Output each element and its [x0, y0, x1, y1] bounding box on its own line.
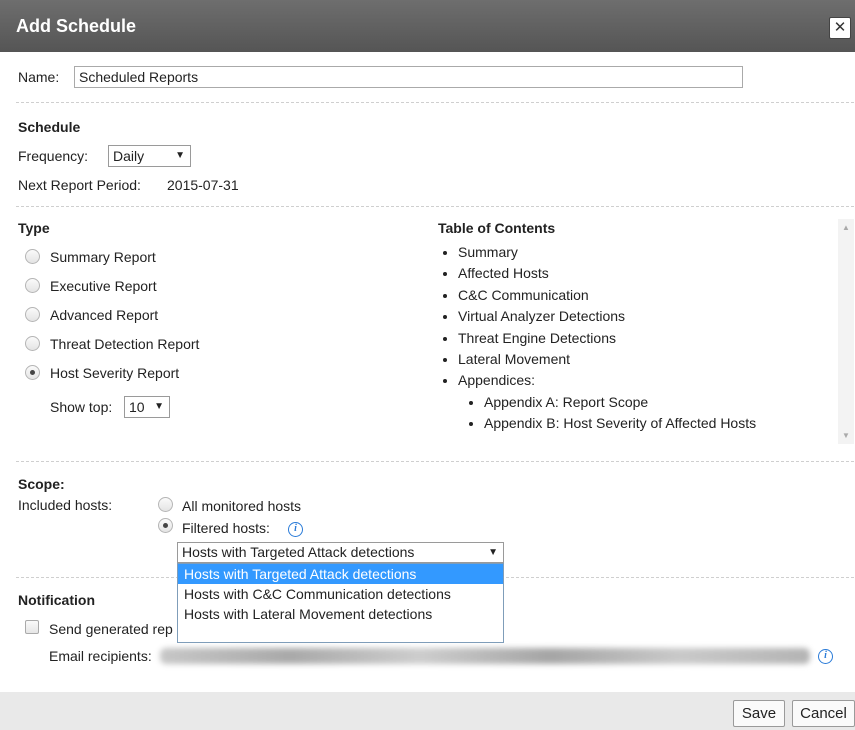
info-icon[interactable]: i: [818, 649, 833, 664]
dropdown-option[interactable]: Hosts with C&C Communication detections: [178, 584, 503, 604]
dropdown-option[interactable]: Hosts with Lateral Movement detections: [178, 604, 503, 624]
frequency-select-value: Daily: [113, 148, 145, 164]
chevron-down-icon: ▼: [154, 401, 164, 412]
save-button[interactable]: Save: [733, 700, 785, 727]
frequency-select[interactable]: Daily ▼: [108, 145, 191, 167]
divider: [16, 461, 854, 462]
radio-threat-detection-report[interactable]: [25, 336, 40, 351]
notification-heading: Notification: [18, 592, 95, 608]
divider: [16, 206, 854, 207]
toc-item: Virtual Analyzer Detections: [458, 306, 838, 327]
option-label: Threat Detection Report: [50, 336, 200, 352]
frequency-label: Frequency:: [18, 148, 89, 164]
name-label: Name:: [18, 69, 60, 85]
send-report-checkbox[interactable]: [25, 620, 39, 634]
type-heading: Type: [18, 220, 50, 236]
toc-subitem: Appendix B: Host Severity of Affected Ho…: [484, 413, 838, 434]
radio-all-monitored-hosts[interactable]: [158, 497, 173, 512]
show-top-value: 10: [129, 399, 145, 415]
all-hosts-label: All monitored hosts: [182, 498, 302, 514]
option-label: Host Severity Report: [50, 365, 180, 381]
scope-heading: Scope:: [18, 476, 65, 492]
toc-item: Affected Hosts: [458, 263, 838, 284]
dialog-title: Add Schedule: [16, 16, 137, 36]
toc-item: Summary: [458, 242, 838, 263]
scroll-up-icon[interactable]: ▲: [842, 223, 850, 232]
filtered-hosts-select-value: Hosts with Targeted Attack detections: [182, 544, 415, 560]
filtered-hosts-dropdown[interactable]: Hosts with Targeted Attack detections Ho…: [177, 563, 504, 643]
email-recipients-label: Email recipients:: [49, 648, 152, 664]
filtered-hosts-label: Filtered hosts:: [182, 520, 270, 536]
included-hosts-label: Included hosts:: [18, 497, 113, 513]
radio-host-severity-report[interactable]: [25, 365, 40, 380]
toc-subitem: Appendix A: Report Scope: [484, 392, 838, 413]
toc-list: Summary Affected Hosts C&C Communication…: [438, 242, 838, 435]
next-period-value: 2015-07-31: [167, 177, 239, 193]
radio-executive-report[interactable]: [25, 278, 40, 293]
send-report-label: Send generated rep: [49, 621, 173, 637]
next-period-label: Next Report Period:: [18, 177, 141, 193]
chevron-down-icon: ▼: [175, 150, 185, 161]
show-top-select[interactable]: 10 ▼: [124, 396, 170, 418]
info-icon[interactable]: i: [288, 522, 303, 537]
toc-item-label: Appendices:: [458, 372, 536, 389]
option-label: Advanced Report: [50, 307, 159, 323]
schedule-heading: Schedule: [18, 119, 81, 135]
show-top-label: Show top:: [50, 399, 113, 415]
chevron-down-icon: ▼: [488, 547, 498, 558]
cancel-button[interactable]: Cancel: [792, 700, 855, 727]
dialog-footer: Save Cancel: [0, 692, 855, 730]
toc-item: Lateral Movement: [458, 349, 838, 370]
close-icon[interactable]: ✕: [829, 17, 851, 39]
toc-item: C&C Communication: [458, 285, 838, 306]
divider: [16, 102, 854, 103]
radio-summary-report[interactable]: [25, 249, 40, 264]
dialog-titlebar: Add Schedule ✕: [0, 0, 855, 52]
toc-item-appendices: Appendices: Appendix A: Report Scope App…: [458, 370, 838, 434]
filtered-hosts-select[interactable]: Hosts with Targeted Attack detections ▼: [177, 542, 504, 563]
dropdown-option[interactable]: Hosts with Targeted Attack detections: [178, 564, 503, 584]
radio-filtered-hosts[interactable]: [158, 518, 173, 533]
scroll-down-icon[interactable]: ▼: [842, 431, 850, 440]
radio-advanced-report[interactable]: [25, 307, 40, 322]
email-recipients-value[interactable]: [160, 648, 810, 664]
toc-heading: Table of Contents: [438, 220, 556, 236]
option-label: Summary Report: [50, 249, 156, 265]
option-label: Executive Report: [50, 278, 157, 294]
name-input[interactable]: [74, 66, 743, 88]
toc-item: Threat Engine Detections: [458, 328, 838, 349]
toc-scrollbar[interactable]: ▲ ▼: [838, 219, 854, 444]
